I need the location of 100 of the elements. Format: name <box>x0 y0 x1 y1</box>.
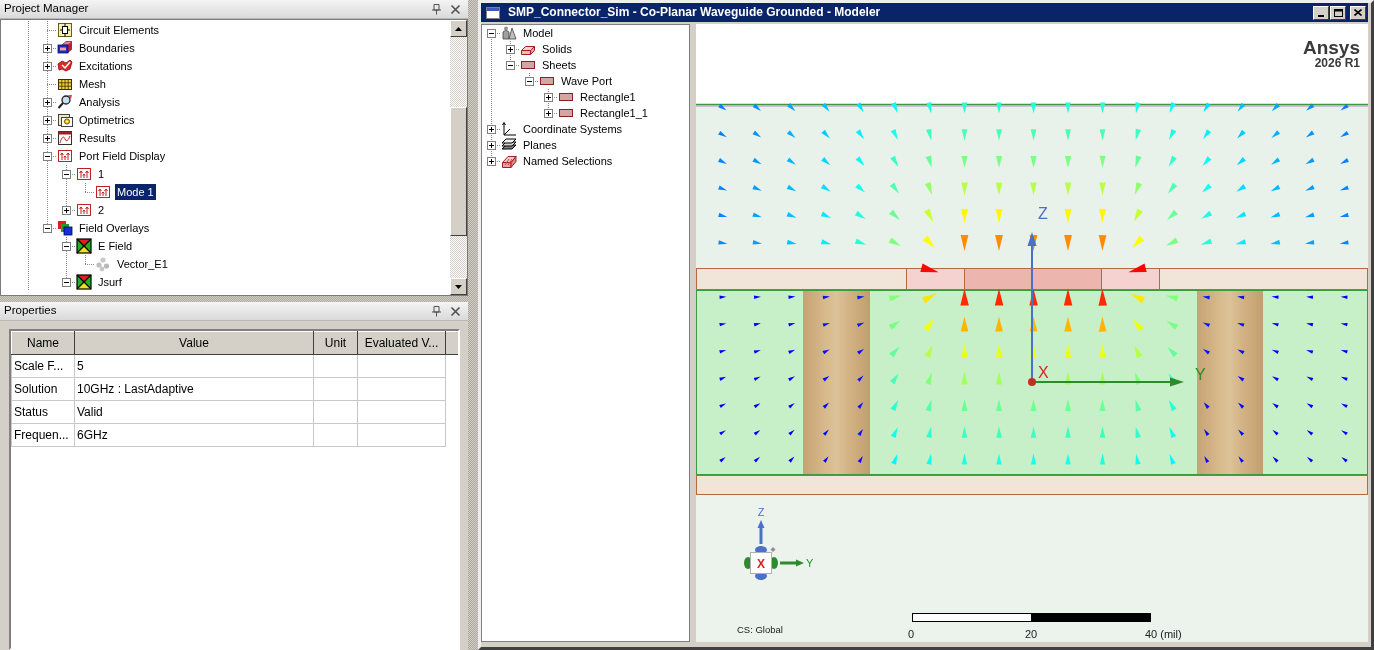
expand-icon[interactable] <box>62 205 71 215</box>
axis-label: X <box>1038 364 1049 381</box>
origin-marker <box>1028 378 1036 386</box>
table-cell[interactable]: Valid <box>74 400 314 424</box>
scale-label: 20 <box>1024 628 1038 640</box>
grid-icon <box>57 76 73 92</box>
expand-icon[interactable] <box>544 108 553 118</box>
tree-item[interactable]: Rectangle1_1 <box>578 106 650 120</box>
scroll-up-button[interactable] <box>450 20 467 37</box>
slot-region <box>906 268 965 290</box>
triad-z-arrow <box>757 520 765 544</box>
expand-icon[interactable] <box>487 140 496 150</box>
component-icon <box>57 22 73 38</box>
tree-item[interactable]: Optimetrics <box>77 112 137 128</box>
tree-item[interactable]: Analysis <box>77 94 122 110</box>
scroll-down-button[interactable] <box>450 278 467 295</box>
table-cell: Scale F... <box>11 354 75 378</box>
gear-window-icon <box>57 112 73 128</box>
shapes-icon <box>501 25 517 41</box>
tree-item[interactable]: Rectangle1 <box>578 90 638 104</box>
plates-icon <box>57 40 73 56</box>
collapse-icon[interactable] <box>62 169 71 179</box>
axis-label: Y <box>1195 366 1206 383</box>
arrows-window-icon <box>57 148 73 164</box>
tree-item[interactable]: Named Selections <box>521 154 615 168</box>
up-arrow-icon <box>455 26 462 31</box>
tree-item[interactable]: Mesh <box>77 76 108 92</box>
tree-item[interactable]: Circuit Elements <box>77 22 162 38</box>
expand-icon[interactable] <box>487 124 496 134</box>
expand-icon[interactable] <box>487 156 496 166</box>
maximize-button[interactable] <box>1330 5 1346 20</box>
tree-item[interactable]: Vector_E1 <box>115 256 170 272</box>
scrollbar-thumb[interactable] <box>450 107 467 236</box>
column-header[interactable]: Value <box>74 331 314 355</box>
table-cell[interactable]: 10GHz : LastAdaptive <box>74 377 314 401</box>
tree-item[interactable]: 2 <box>96 202 107 218</box>
tree-item[interactable]: Boundaries <box>77 40 137 56</box>
coordinate-system-label: CS: Global <box>737 624 783 635</box>
tree-item[interactable]: Solids <box>540 42 574 56</box>
tree-item[interactable]: Port Field Display <box>77 148 168 164</box>
minimize-icon <box>1318 14 1324 17</box>
collapse-icon[interactable] <box>506 60 515 70</box>
expand-icon[interactable] <box>43 133 52 143</box>
close-icon[interactable] <box>450 305 461 317</box>
collapse-icon[interactable] <box>62 277 71 287</box>
close-button[interactable] <box>1350 5 1366 20</box>
expand-icon[interactable] <box>544 92 553 102</box>
pin-icon[interactable] <box>430 3 442 15</box>
tree-item[interactable]: Excitations <box>77 58 135 74</box>
tree-item[interactable]: Coordinate Systems <box>521 122 625 136</box>
minimize-button[interactable] <box>1313 5 1329 20</box>
axis-label: Y <box>806 557 814 569</box>
window-title: SMP_Connector_Sim - Co-Planar Waveguide Grounded - Modeler <box>508 5 881 20</box>
tree-item[interactable]: Results <box>77 130 118 146</box>
axis-label: Z <box>1038 205 1048 222</box>
collapse-icon[interactable] <box>525 76 534 86</box>
collapse-icon[interactable] <box>43 151 52 161</box>
column-header[interactable]: Name <box>11 331 75 355</box>
column-header[interactable]: Unit <box>313 331 358 355</box>
tree-item[interactable]: Wave Port <box>559 74 614 88</box>
axes-icon <box>501 121 517 137</box>
tree-item[interactable]: Model <box>521 26 555 40</box>
pin-icon[interactable] <box>430 305 442 317</box>
maximize-icon <box>1333 8 1343 17</box>
expand-icon[interactable] <box>43 97 52 107</box>
tree-item[interactable]: Field Overlays <box>77 220 152 236</box>
table-cell: Solution <box>11 377 75 401</box>
close-icon[interactable] <box>450 3 461 15</box>
tree-item[interactable]: Mode 1 <box>115 184 156 200</box>
tree-item[interactable]: Jsurf <box>96 274 124 290</box>
close-icon <box>1354 9 1362 16</box>
arrows-window-icon <box>95 184 111 200</box>
quadrants-icon <box>76 274 92 290</box>
arrows-window-icon <box>76 166 92 182</box>
dots-icon <box>95 256 111 272</box>
table-cell[interactable]: 6GHz <box>74 423 314 447</box>
tree-item[interactable]: Planes <box>521 138 559 152</box>
model-viewport[interactable]: Z X Y Z X Y CS: Global 0 20 40 (mil) Ansys 2026 R1 <box>696 24 1368 642</box>
collapse-icon[interactable] <box>62 241 71 251</box>
tree-item[interactable]: Sheets <box>540 58 579 72</box>
stacked-squares-icon <box>57 220 73 236</box>
tree-item[interactable]: 1 <box>96 166 107 182</box>
column-header[interactable]: Evaluated V... <box>357 331 446 355</box>
table-cell: Status <box>11 400 75 424</box>
collapse-icon[interactable] <box>43 223 52 233</box>
expand-icon[interactable] <box>506 44 515 54</box>
table-cell: Frequen... <box>11 423 75 447</box>
arrows-window-icon <box>76 202 92 218</box>
striped-cuboid-icon <box>501 153 517 169</box>
collapse-icon[interactable] <box>487 28 496 38</box>
triad-hub-icon <box>744 546 778 580</box>
panel-title: Project Manager <box>4 2 89 16</box>
expand-icon[interactable] <box>43 115 52 125</box>
axis-label: Z <box>757 506 765 518</box>
panel-title: Properties <box>4 304 57 318</box>
tree-item[interactable]: E Field <box>96 238 135 254</box>
table-cell[interactable]: 5 <box>74 354 314 378</box>
expand-icon[interactable] <box>43 43 52 53</box>
window-icon <box>486 6 500 19</box>
expand-icon[interactable] <box>43 61 52 71</box>
